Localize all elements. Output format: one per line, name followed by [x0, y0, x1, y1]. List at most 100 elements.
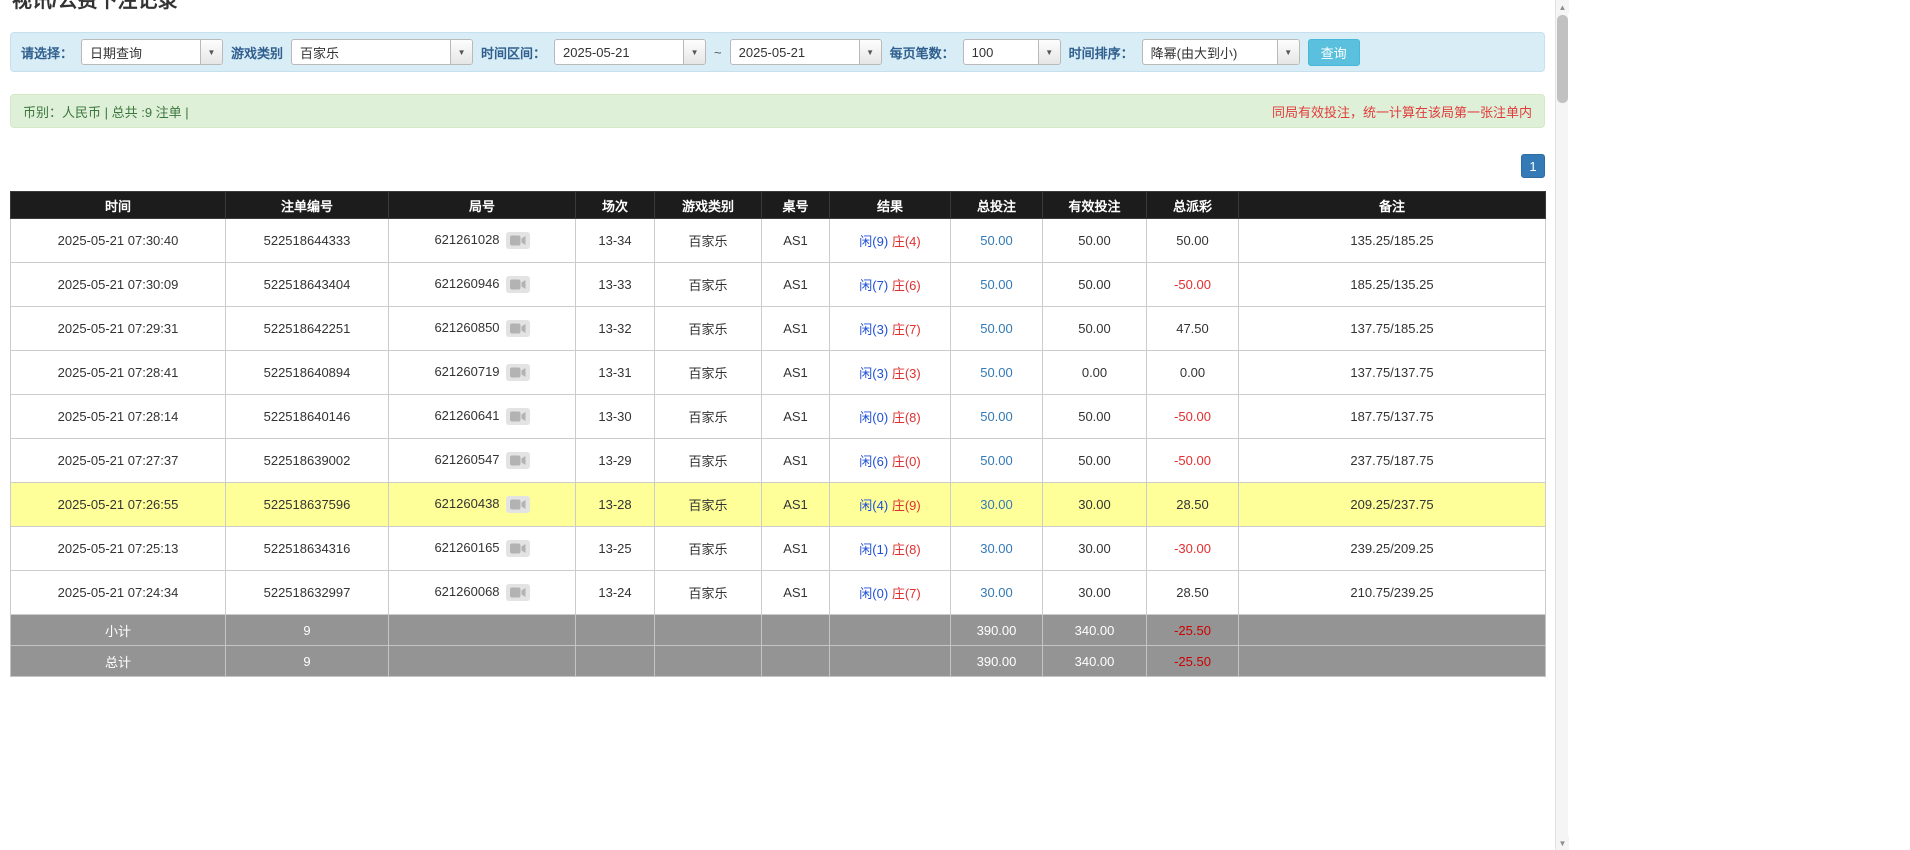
- table-no-cell: AS1: [762, 351, 830, 395]
- payout-cell: -50.00: [1147, 395, 1239, 439]
- betting-records-table: 时间注单编号局号场次游戏类别桌号结果总投注有效投注总派彩备注 2025-05-2…: [10, 191, 1546, 677]
- banker-result: 庄(8): [892, 542, 921, 557]
- time-sort-select[interactable]: 降幂(由大到小) ▼: [1142, 39, 1300, 65]
- game-type-select[interactable]: 百家乐 ▼: [291, 39, 473, 65]
- session-cell: 13-29: [576, 439, 655, 483]
- video-icon[interactable]: [506, 276, 530, 293]
- video-icon[interactable]: [506, 584, 530, 601]
- time-cell: 2025-05-21 07:30:09: [11, 263, 226, 307]
- query-type-value: 日期查询: [82, 40, 200, 64]
- scroll-up-icon[interactable]: ▲: [1556, 0, 1569, 14]
- game-type-cell: 百家乐: [655, 483, 762, 527]
- banker-result: 庄(8): [892, 410, 921, 425]
- result-cell: 闲(6) 庄(0): [830, 439, 951, 483]
- table-no-cell: AS1: [762, 307, 830, 351]
- player-result: 闲(3): [859, 366, 888, 381]
- footer-valid-bet: 340.00: [1043, 646, 1147, 677]
- date-range-label: 时间区间：: [481, 43, 546, 62]
- banker-result: 庄(7): [892, 322, 921, 337]
- valid-bet-notice: 同局有效投注，统一计算在该局第一张注单内: [1272, 102, 1532, 121]
- table-row: 2025-05-21 07:30:40522518644333621261028…: [11, 219, 1546, 263]
- payout-cell: 47.50: [1147, 307, 1239, 351]
- chevron-down-icon[interactable]: ▼: [450, 40, 472, 64]
- page-1-button[interactable]: 1: [1521, 154, 1545, 178]
- chevron-down-icon[interactable]: ▼: [1277, 40, 1299, 64]
- game-type-cell: 百家乐: [655, 263, 762, 307]
- footer-payout: -25.50: [1147, 646, 1239, 677]
- round-number: 621260641: [434, 408, 499, 423]
- video-icon[interactable]: [506, 232, 530, 249]
- note-cell: 187.75/137.75: [1239, 395, 1546, 439]
- player-result: 闲(9): [859, 234, 888, 249]
- query-type-label: 请选择：: [21, 43, 73, 62]
- time-cell: 2025-05-21 07:24:34: [11, 571, 226, 615]
- total-bet-link[interactable]: 50.00: [980, 453, 1013, 468]
- video-icon[interactable]: [506, 452, 530, 469]
- session-cell: 13-31: [576, 351, 655, 395]
- scroll-down-icon[interactable]: ▼: [1556, 836, 1569, 850]
- game-type-cell: 百家乐: [655, 307, 762, 351]
- video-icon[interactable]: [506, 408, 530, 425]
- total-bet-link[interactable]: 50.00: [980, 277, 1013, 292]
- video-icon[interactable]: [506, 540, 530, 557]
- query-type-select[interactable]: 日期查询 ▼: [81, 39, 223, 65]
- per-page-label: 每页笔数：: [890, 43, 955, 62]
- total-bet-link[interactable]: 30.00: [980, 541, 1013, 556]
- table-no-cell: AS1: [762, 263, 830, 307]
- valid-bet-cell: 50.00: [1043, 219, 1147, 263]
- video-icon[interactable]: [506, 320, 530, 337]
- chevron-down-icon[interactable]: ▼: [859, 40, 881, 64]
- note-cell: 137.75/185.25: [1239, 307, 1546, 351]
- pagination: 1: [10, 154, 1545, 178]
- player-result: 闲(1): [859, 542, 888, 557]
- chevron-down-icon[interactable]: ▼: [200, 40, 222, 64]
- total-bet-cell: 30.00: [951, 483, 1043, 527]
- chevron-down-icon[interactable]: ▼: [1038, 40, 1060, 64]
- scrollbar-thumb[interactable]: [1557, 15, 1568, 103]
- table-row: 2025-05-21 07:24:34522518632997621260068…: [11, 571, 1546, 615]
- game-type-cell: 百家乐: [655, 527, 762, 571]
- total-bet-link[interactable]: 30.00: [980, 585, 1013, 600]
- time-cell: 2025-05-21 07:28:41: [11, 351, 226, 395]
- total-bet-link[interactable]: 50.00: [980, 233, 1013, 248]
- round-cell: 621260946: [389, 263, 576, 307]
- time-cell: 2025-05-21 07:30:40: [11, 219, 226, 263]
- total-bet-link[interactable]: 50.00: [980, 409, 1013, 424]
- video-icon[interactable]: [506, 364, 530, 381]
- subtotal-row: 小计9390.00340.00-25.50: [11, 615, 1546, 646]
- time-sort-label: 时间排序：: [1069, 43, 1134, 62]
- total-bet-cell: 50.00: [951, 439, 1043, 483]
- currency-total-text: 币别：人民币 | 总共 :9 注单 |: [23, 102, 189, 121]
- bet-id-cell: 522518640894: [226, 351, 389, 395]
- chevron-down-icon[interactable]: ▼: [683, 40, 705, 64]
- per-page-select[interactable]: 100 ▼: [963, 39, 1061, 65]
- column-header: 总派彩: [1147, 192, 1239, 219]
- bet-id-cell: 522518642251: [226, 307, 389, 351]
- table-no-cell: AS1: [762, 527, 830, 571]
- round-number: 621260850: [434, 320, 499, 335]
- date-to-select[interactable]: 2025-05-21 ▼: [730, 39, 882, 65]
- footer-payout: -25.50: [1147, 615, 1239, 646]
- round-number: 621260165: [434, 540, 499, 555]
- payout-cell: 28.50: [1147, 571, 1239, 615]
- footer-total-bet: 390.00: [951, 615, 1043, 646]
- valid-bet-cell: 30.00: [1043, 483, 1147, 527]
- search-button[interactable]: 查询: [1308, 39, 1360, 66]
- per-page-value: 100: [964, 40, 1038, 64]
- note-cell: 135.25/185.25: [1239, 219, 1546, 263]
- total-bet-link[interactable]: 50.00: [980, 365, 1013, 380]
- scrollbar[interactable]: ▲ ▼: [1555, 0, 1568, 850]
- total-bet-link[interactable]: 30.00: [980, 497, 1013, 512]
- banker-result: 庄(6): [892, 278, 921, 293]
- date-from-select[interactable]: 2025-05-21 ▼: [554, 39, 706, 65]
- total-bet-link[interactable]: 50.00: [980, 321, 1013, 336]
- round-cell: 621260165: [389, 527, 576, 571]
- column-header: 总投注: [951, 192, 1043, 219]
- column-header: 局号: [389, 192, 576, 219]
- payout-cell: -50.00: [1147, 439, 1239, 483]
- payout-cell: 50.00: [1147, 219, 1239, 263]
- video-icon[interactable]: [506, 496, 530, 513]
- game-type-cell: 百家乐: [655, 571, 762, 615]
- payout-cell: 0.00: [1147, 351, 1239, 395]
- footer-count: 9: [226, 615, 389, 646]
